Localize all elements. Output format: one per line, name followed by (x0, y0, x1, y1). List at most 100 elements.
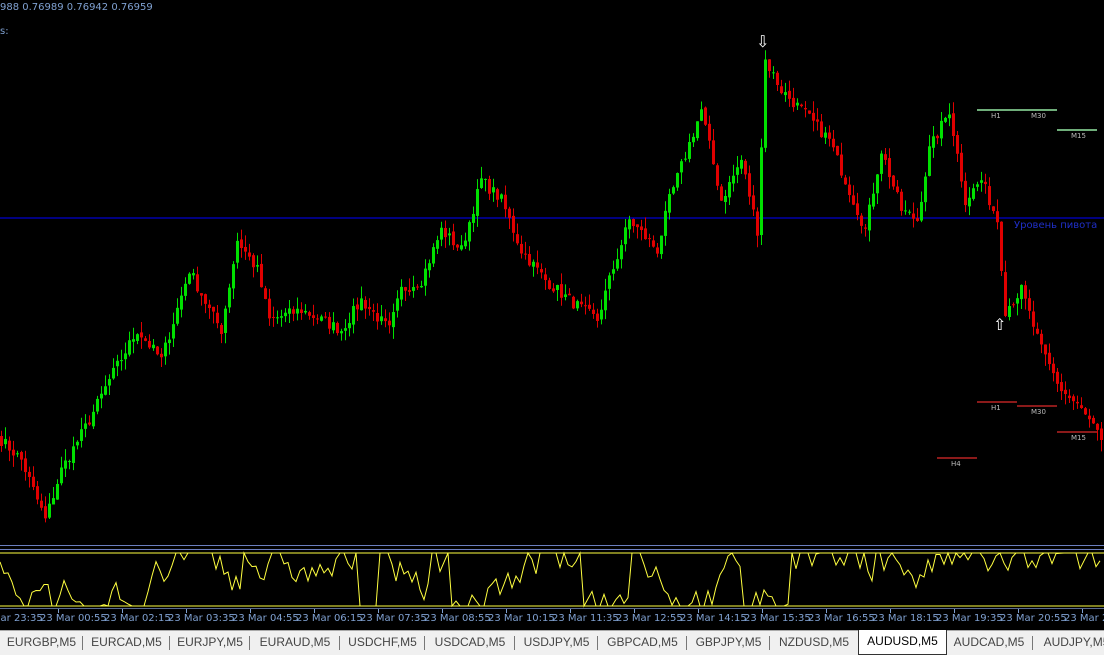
candle-bear (196, 274, 199, 292)
candle-bear (568, 293, 571, 296)
candle-bull (400, 286, 403, 300)
candle-bull (48, 503, 51, 518)
candle-bull (760, 147, 763, 236)
candle-bear (592, 309, 595, 314)
candle-bull (180, 295, 183, 310)
tab-eurcad-m5[interactable]: EURCAD,M5 (83, 631, 170, 654)
tab-eurgbp-m5[interactable]: EURGBP,M5 (0, 631, 83, 654)
tab-gbpcad-m5[interactable]: GBPCAD,M5 (598, 631, 687, 654)
candle-bear (220, 325, 223, 335)
candle-bull (188, 273, 191, 284)
candle-bull (612, 269, 615, 274)
time-label: 23 Mar 19:35 (936, 613, 1003, 624)
tab-usdjpy-m5[interactable]: USDJPY,M5 (515, 631, 598, 654)
tab-label: GBPJPY,M5 (695, 635, 762, 649)
candle-bear (524, 253, 527, 255)
candle-bull (680, 161, 683, 173)
candle-bear (712, 140, 715, 165)
candle-bull (732, 175, 735, 184)
candle-bull (660, 235, 663, 255)
time-label: 23 Mar 02:15 (104, 613, 171, 624)
time-label: 23 Mar 15:35 (744, 613, 811, 624)
candle-bull (696, 121, 699, 139)
candle-bull (968, 197, 971, 207)
candle-bear (844, 177, 847, 185)
time-label: 23 Mar 12:55 (616, 613, 683, 624)
candle-bear (804, 108, 807, 110)
candle-bear (1092, 417, 1095, 424)
candle-bear (252, 255, 255, 268)
candle-bear (508, 208, 511, 218)
candle-bear (1024, 285, 1027, 299)
up-arrow-icon: ⇧ (993, 315, 1007, 334)
candle-bear (512, 215, 515, 233)
candle-bear (308, 312, 311, 316)
tab-label: NZDUSD,M5 (778, 635, 849, 649)
candle-bull (348, 323, 351, 329)
candle-bear (708, 123, 711, 141)
candle-bear (560, 284, 563, 298)
tab-label: AUDJPY,M5 (1043, 635, 1104, 649)
candle-bear (828, 132, 831, 139)
candle-bull (972, 188, 975, 199)
tab-usdchf-m5[interactable]: USDCHF,M5 (340, 631, 425, 654)
candle-bear (596, 313, 599, 321)
candle-bear (840, 154, 843, 176)
candle-bull (288, 308, 291, 314)
candle-bear (1076, 401, 1079, 404)
candle-bull (52, 498, 55, 505)
candle-bull (84, 423, 87, 429)
candle-bull (532, 261, 535, 267)
candle-bull (104, 386, 107, 395)
candle-bear (780, 86, 783, 94)
candle-bull (392, 312, 395, 328)
candle-bull (224, 308, 227, 333)
candle-bear (1060, 382, 1063, 392)
candle-bear (268, 298, 271, 319)
candle-bear (884, 154, 887, 160)
candle-bull (476, 189, 479, 216)
time-label: 23 Mar 11:35 (552, 613, 619, 624)
time-label: 23 Mar 08:55 (424, 613, 491, 624)
candle-bear (792, 97, 795, 108)
tab-usdcad-m5[interactable]: USDCAD,M5 (425, 631, 515, 654)
candle-bull (664, 210, 667, 236)
price-chart[interactable] (0, 0, 1104, 545)
candle-bull (276, 317, 279, 319)
candle-bull (296, 308, 299, 314)
candle-bear (264, 288, 267, 299)
candle-bull (284, 312, 287, 317)
candle-bear (1048, 352, 1051, 365)
candle-bear (540, 269, 543, 273)
tab-euraud-m5[interactable]: EURAUD,M5 (250, 631, 340, 654)
candle-bull (420, 285, 423, 288)
candle-bear (808, 110, 811, 114)
tab-label: EURGBP,M5 (6, 635, 77, 649)
candle-bull (232, 264, 235, 289)
candle-bear (1080, 405, 1083, 409)
tab-eurjpy-m5[interactable]: EURJPY,M5 (170, 631, 250, 654)
tab-audjpy-m5[interactable]: AUDJPY,M5 (1033, 631, 1104, 654)
tab-gbpjpy-m5[interactable]: GBPJPY,M5 (687, 631, 770, 654)
tab-audcad-m5[interactable]: AUDCAD,M5 (945, 631, 1033, 654)
ohlc-readout: 988 0.76989 0.76942 0.76959 (0, 2, 153, 13)
candle-bull (192, 273, 195, 276)
candle-bull (80, 429, 83, 441)
candle-bull (92, 411, 95, 427)
candle-bear (328, 316, 331, 329)
candle-bull (112, 367, 115, 379)
candle-bear (1084, 408, 1087, 415)
candle-bear (272, 316, 275, 318)
candle-bull (60, 467, 63, 484)
candle-bull (424, 268, 427, 286)
candle-bear (956, 135, 959, 154)
time-label: 23 Mar 03:35 (168, 613, 235, 624)
candle-bull (172, 324, 175, 339)
candle-bear (820, 121, 823, 138)
candle-bull (700, 109, 703, 121)
candle-bear (1036, 328, 1039, 334)
candle-bear (444, 228, 447, 238)
tab-nzdusd-m5[interactable]: NZDUSD,M5 (770, 631, 858, 654)
tab-audusd-m5[interactable]: AUDUSD,M5 (858, 630, 947, 655)
time-label: 23 Mar 00:55 (40, 613, 107, 624)
